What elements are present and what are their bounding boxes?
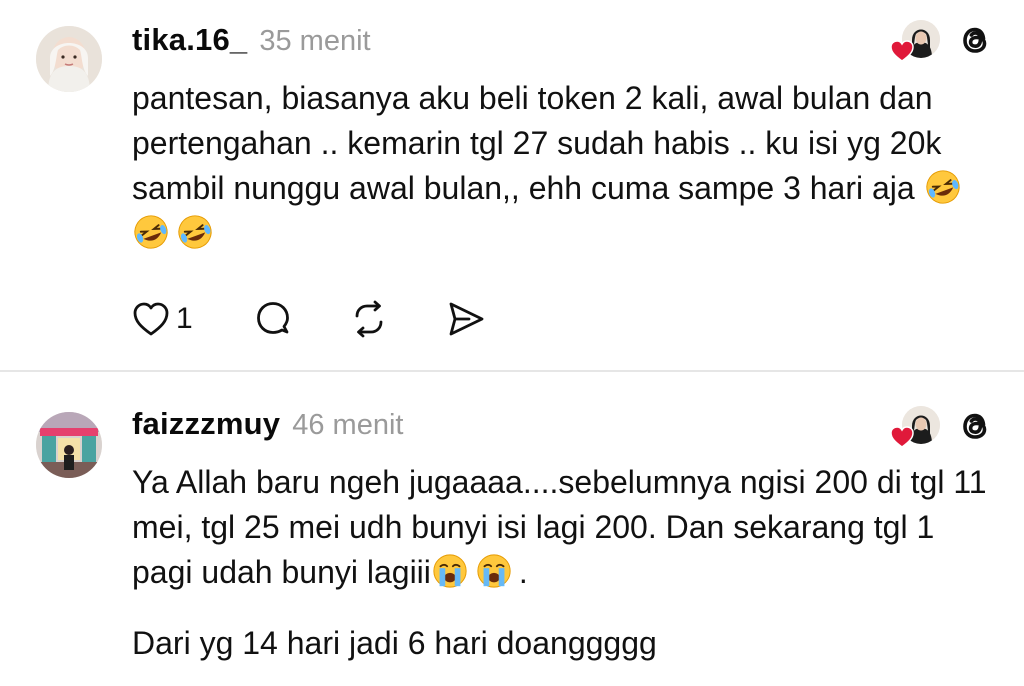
loudly-crying-emoji-icon — [433, 554, 467, 588]
post-paragraph: Dari yg 14 hari jadi 6 hari doanggggg — [132, 621, 992, 666]
comment-bubble-icon — [256, 302, 289, 334]
post-text: pantesan, biasanya aku beli token 2 kali… — [132, 80, 942, 206]
heart-outline-icon — [133, 302, 169, 336]
timestamp: 46 menit — [292, 409, 404, 441]
red-heart-icon — [890, 426, 914, 448]
threads-logo-icon[interactable] — [954, 19, 996, 61]
rofl-emoji-icon — [178, 215, 212, 249]
username[interactable]: faizzzmuy — [132, 406, 280, 442]
liked-by-author-badge — [890, 18, 940, 62]
red-heart-icon — [890, 40, 914, 62]
post-paragraph: Ya Allah baru ngeh jugaaaa....sebelumnya… — [132, 460, 992, 595]
username[interactable]: tika.16_ — [132, 22, 247, 58]
post-paragraph: pantesan, biasanya aku beli token 2 kali… — [132, 76, 992, 256]
avatar[interactable] — [36, 412, 102, 478]
post-text: Ya Allah baru ngeh jugaaaa....sebelumnya… — [132, 464, 987, 590]
reply-button[interactable] — [253, 295, 293, 343]
loudly-crying-emoji-icon — [477, 554, 511, 588]
reply-post: tika.16_ 35 menit pantesan, biasanya aku… — [0, 0, 1024, 370]
timestamp: 35 menit — [259, 25, 371, 57]
rofl-emoji-icon — [925, 170, 960, 204]
liked-by-author-badge — [890, 404, 940, 448]
post-body: Ya Allah baru ngeh jugaaaa....sebelumnya… — [132, 460, 992, 666]
avatar[interactable] — [36, 26, 102, 92]
repost-icon — [355, 300, 383, 338]
reply-post: faizzzmuy 46 menit Ya Allah baru ngeh ju… — [0, 372, 1024, 686]
repost-button[interactable] — [349, 295, 389, 343]
send-icon — [449, 302, 484, 336]
threads-logo-icon[interactable] — [954, 405, 996, 447]
share-button[interactable] — [445, 295, 487, 343]
post-header: tika.16_ 35 menit — [132, 22, 371, 62]
trailing-punctuation: . — [518, 554, 528, 590]
like-button[interactable]: 1 — [132, 295, 253, 343]
rofl-emoji-icon — [134, 215, 168, 249]
post-body: pantesan, biasanya aku beli token 2 kali… — [132, 76, 992, 256]
like-count: 1 — [176, 302, 193, 335]
post-top-icons — [890, 18, 996, 62]
post-top-icons — [890, 404, 996, 448]
post-text: Dari yg 14 hari jadi 6 hari doanggggg — [132, 625, 657, 661]
post-actions: 1 — [132, 295, 487, 343]
post-header: faizzzmuy 46 menit — [132, 406, 403, 446]
threads-replies-page: tika.16_ 35 menit pantesan, biasanya aku… — [0, 0, 1024, 686]
